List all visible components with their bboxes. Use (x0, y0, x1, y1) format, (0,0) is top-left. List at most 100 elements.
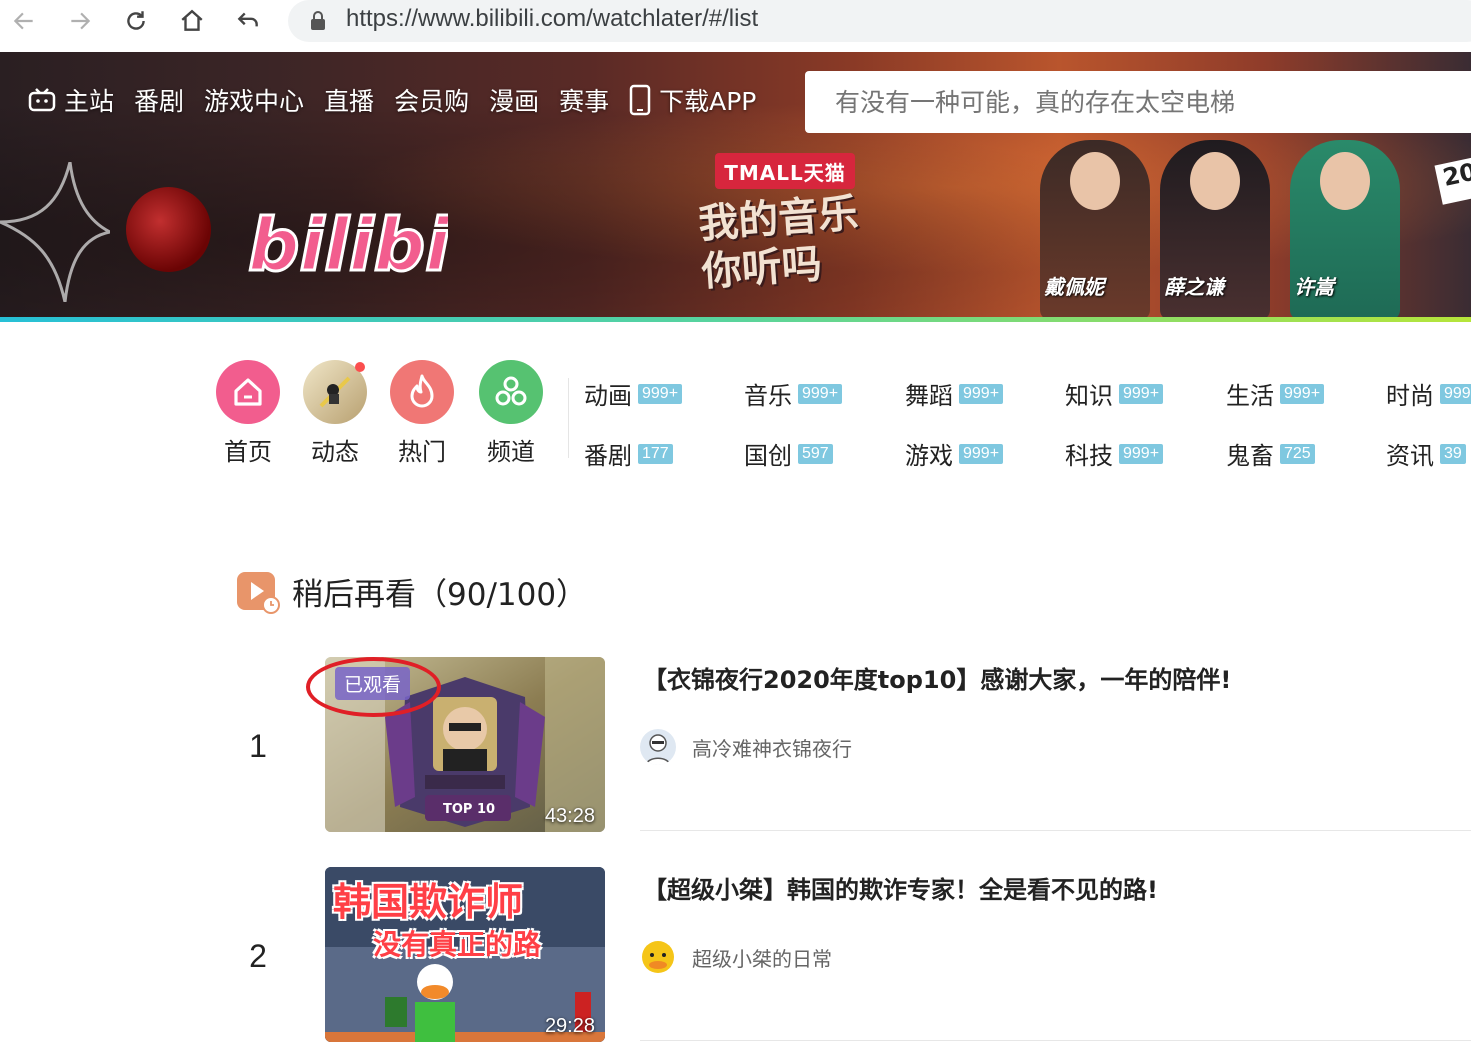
category-kichiku[interactable]: 鬼畜 725 (1226, 436, 1315, 471)
category-music[interactable]: 音乐 999+ (744, 376, 843, 411)
url-text: https://www.bilibili.com/watchlater/#/li… (346, 5, 759, 32)
category-label: 科技 (1065, 442, 1113, 470)
forward-button[interactable] (62, 4, 98, 38)
category-label: 国创 (744, 442, 792, 470)
category-life[interactable]: 生活 999+ (1226, 376, 1325, 411)
category-guochuang[interactable]: 国创 597 (744, 436, 833, 471)
quick-nav-home[interactable]: 首页 (216, 360, 280, 467)
category-fashion[interactable]: 时尚 999+ (1386, 376, 1471, 411)
category-count: 999+ (1280, 383, 1325, 404)
category-label: 时尚 (1386, 382, 1434, 410)
category-dance[interactable]: 舞蹈 999+ (905, 376, 1004, 411)
nav-manga-label: 漫画 (489, 87, 540, 116)
category-count: 177 (638, 443, 673, 464)
reload-icon (127, 11, 145, 30)
nav-game-center-label: 游戏中心 (204, 87, 305, 116)
nav-anime[interactable]: 番剧 (134, 82, 184, 118)
forward-arrow-icon (71, 12, 91, 30)
singer-face (1320, 152, 1370, 210)
uploader-avatar (640, 729, 676, 765)
home-icon (181, 9, 203, 31)
red-orb-decoration (126, 187, 211, 272)
home-icon (216, 360, 280, 424)
category-label: 知识 (1065, 382, 1113, 410)
singer-card-1: 戴佩妮 (1040, 140, 1150, 320)
video-index: 1 (249, 728, 267, 764)
quick-nav-home-label: 首页 (224, 438, 272, 466)
nav-game-center[interactable]: 游戏中心 (204, 82, 304, 118)
bilibili-logo[interactable]: bilibili (248, 192, 448, 283)
singer-name: 薛之谦 (1164, 275, 1224, 299)
singer-card-2: 薛之谦 (1160, 140, 1270, 320)
category-label: 音乐 (744, 382, 792, 410)
category-label: 动画 (584, 382, 632, 410)
category-count: 999+ (1119, 383, 1164, 404)
back-button[interactable] (6, 4, 42, 38)
category-label: 鬼畜 (1226, 442, 1274, 470)
video-duration: 43:28 (544, 805, 595, 827)
uploader-avatar (640, 939, 676, 975)
nav-download-app-label: 下载APP (659, 87, 757, 116)
undo-button[interactable] (230, 4, 266, 38)
video-thumbnail[interactable]: 韩国欺诈师 没有真正的路 29:28 (325, 867, 605, 1042)
quick-nav-hot[interactable]: 热门 (390, 360, 454, 467)
uploader-name: 超级小桀的日常 (692, 946, 832, 971)
video-title[interactable]: 【衣锦夜行2020年度top10】感谢大家，一年的陪伴! (643, 660, 1231, 695)
channel-icon (479, 360, 543, 424)
singer-face (1190, 152, 1240, 210)
video-index: 2 (249, 938, 267, 974)
nav-anime-label: 番剧 (134, 87, 185, 116)
row-divider (640, 1040, 1471, 1041)
category-game[interactable]: 游戏 999+ (905, 436, 1004, 471)
nav-live-label: 直播 (324, 87, 375, 116)
fire-icon (390, 360, 454, 424)
page-title: 稍后再看（90/100） (292, 577, 588, 613)
category-count: 999+ (798, 383, 843, 404)
phone-icon (629, 84, 651, 116)
reload-button[interactable] (118, 4, 154, 38)
category-news[interactable]: 资讯 39 (1386, 436, 1466, 471)
quick-nav-hot-label: 热门 (398, 438, 446, 466)
quick-nav-dynamic[interactable]: 动态 (303, 360, 367, 467)
video-title[interactable]: 【超级小桀】韩国的欺诈专家！全是看不见的路! (643, 870, 1158, 905)
category-anime[interactable]: 动画 999+ (584, 376, 683, 411)
lock-icon (311, 11, 325, 30)
nav-member-shop[interactable]: 会员购 (394, 82, 469, 118)
singer-name: 许嵩 (1294, 275, 1334, 299)
singer-face (1070, 152, 1120, 210)
uploader[interactable]: 高冷难神衣锦夜行 (640, 729, 852, 765)
nav-live[interactable]: 直播 (324, 82, 374, 118)
singer-name: 戴佩妮 (1044, 275, 1104, 299)
search-input[interactable] (805, 71, 1471, 133)
star-decoration (0, 162, 110, 302)
quick-nav-channel[interactable]: 频道 (479, 360, 543, 467)
tv-icon (28, 88, 56, 112)
tmall-badge: TMALL天猫 (715, 153, 855, 189)
nav-download-app[interactable]: 下载APP (629, 82, 756, 118)
category-knowledge[interactable]: 知识 999+ (1065, 376, 1164, 411)
nav-main-site[interactable]: 主站 (28, 82, 114, 118)
category-tech[interactable]: 科技 999+ (1065, 436, 1164, 471)
category-label: 番剧 (584, 442, 632, 470)
category-label: 舞蹈 (905, 382, 953, 410)
nav-esports[interactable]: 赛事 (559, 82, 609, 118)
avatar (303, 360, 367, 424)
row-divider (640, 830, 1471, 831)
show-title: 我的音乐你听吗 (696, 190, 860, 296)
watchlater-header: 稍后再看（90/100） (236, 569, 587, 614)
category-bangumi[interactable]: 番剧 177 (584, 436, 673, 471)
uploader[interactable]: 超级小桀的日常 (640, 939, 832, 975)
highlight-circle-annotation (306, 657, 441, 717)
nav-main-site-label: 主站 (64, 87, 115, 116)
category-count: 999+ (959, 443, 1004, 464)
category-label: 生活 (1226, 382, 1274, 410)
nav-manga[interactable]: 漫画 (489, 82, 539, 118)
singer-card-3: 许嵩 (1290, 140, 1400, 320)
thumbnail-headline: 韩国欺诈师 (333, 880, 524, 924)
quick-nav-dynamic-label: 动态 (311, 438, 359, 466)
back-arrow-icon (13, 12, 33, 30)
address-bar[interactable]: https://www.bilibili.com/watchlater/#/li… (288, 0, 1471, 42)
home-button[interactable] (174, 4, 210, 38)
category-count: 999+ (1440, 383, 1471, 404)
category-label: 游戏 (905, 442, 953, 470)
